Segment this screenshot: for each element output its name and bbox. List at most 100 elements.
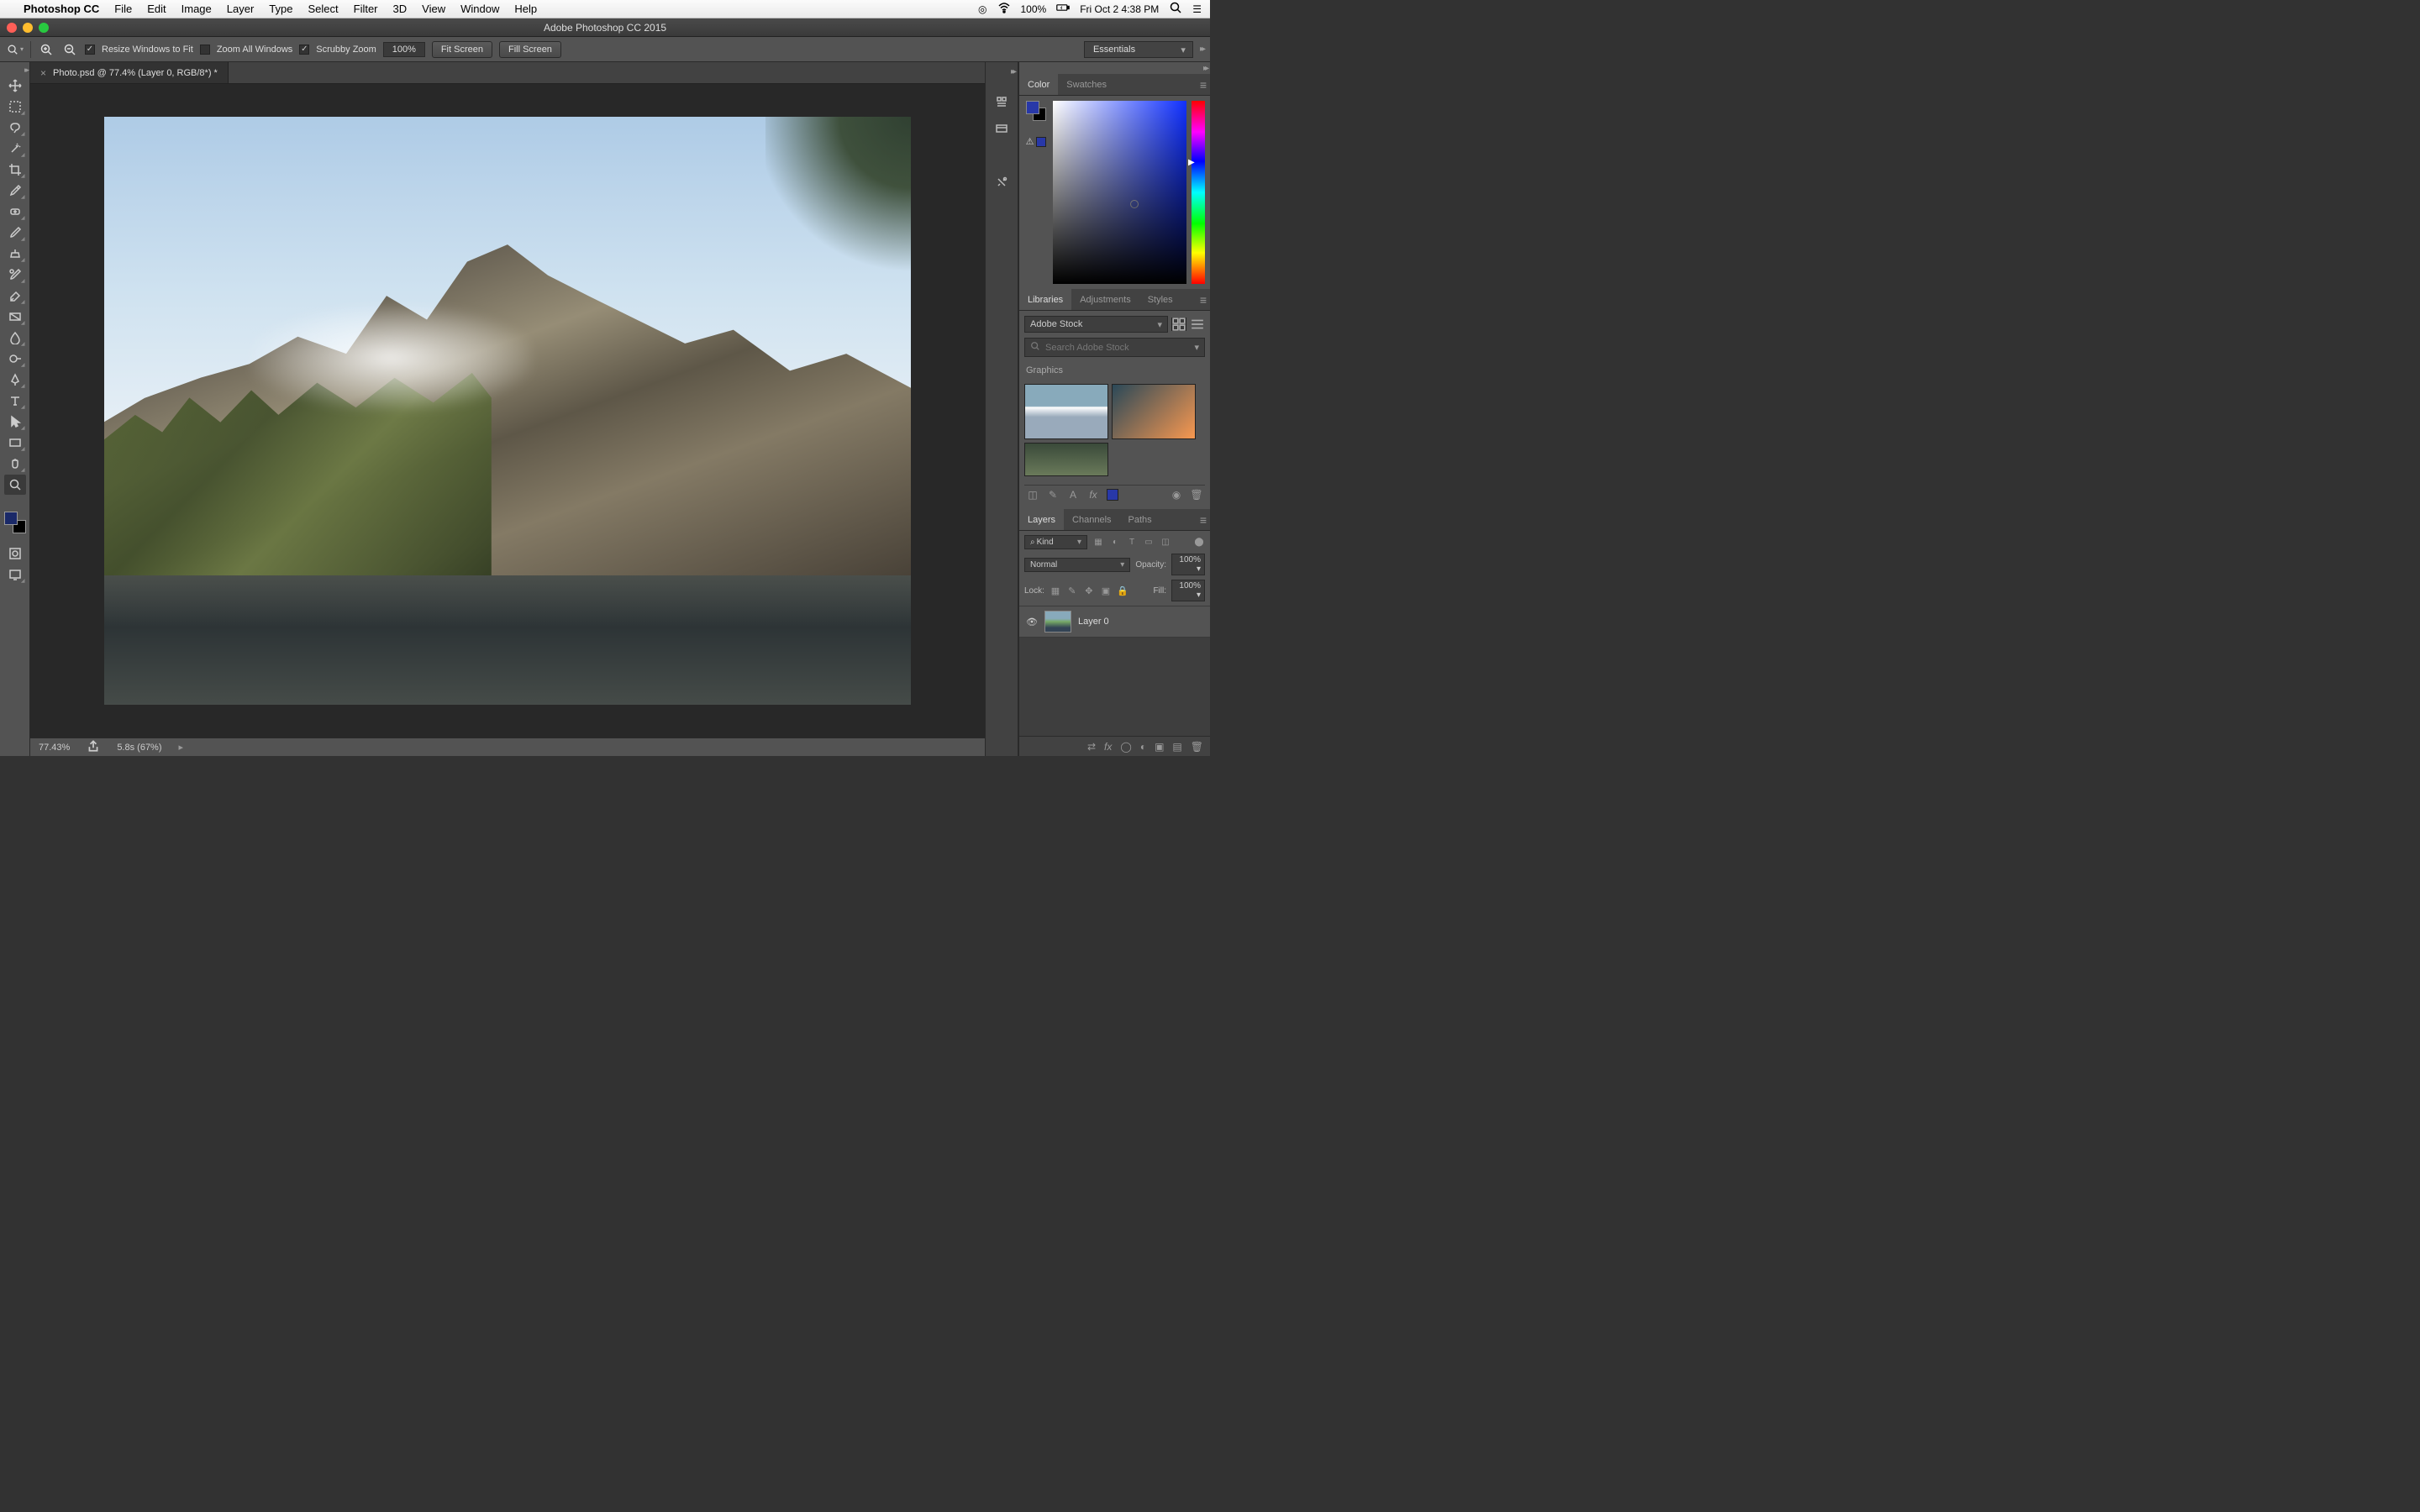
add-brush-icon[interactable]: ✎ [1046,489,1060,501]
cc-sync-icon[interactable]: ◎ [978,3,986,15]
spotlight-icon[interactable] [1169,1,1182,17]
history-panel-icon[interactable] [992,93,1012,110]
fit-screen-button[interactable]: Fit Screen [432,41,492,58]
dock-expand-icon[interactable]: ▸▸ [1011,67,1014,76]
menu-view[interactable]: View [422,3,445,15]
blur-tool[interactable]: ◢ [4,328,26,348]
quick-mask-tool[interactable] [4,543,26,564]
menu-window[interactable]: Window [460,3,499,15]
zoom-percent-input[interactable]: 100% [383,42,425,57]
document-tab[interactable]: × Photo.psd @ 77.4% (Layer 0, RGB/8*) * [30,62,229,83]
list-view-icon[interactable] [1190,318,1205,331]
panels-collapse-icon[interactable]: ▸▸ [1203,64,1207,73]
brush-tool[interactable]: ◢ [4,223,26,243]
adjustment-layer-icon[interactable]: ◐ [1140,741,1146,753]
move-tool[interactable] [4,76,26,96]
path-selection-tool[interactable]: ◢ [4,412,26,432]
tab-color[interactable]: Color [1019,74,1058,95]
lasso-tool[interactable]: ◢ [4,118,26,138]
battery-icon[interactable] [1056,1,1070,17]
screen-mode-tool[interactable]: ◢ [4,564,26,585]
menu-select[interactable]: Select [308,3,338,15]
tab-adjustments[interactable]: Adjustments [1071,289,1139,310]
new-layer-icon[interactable]: ▤ [1172,741,1181,753]
blend-mode-select[interactable]: Normal [1024,558,1130,572]
library-asset[interactable] [1024,384,1108,439]
pen-tool[interactable]: ◢ [4,370,26,390]
menu-file[interactable]: File [114,3,132,15]
hue-slider[interactable]: ▶ [1192,101,1205,284]
library-visibility-icon[interactable]: ◉ [1170,489,1183,501]
menu-image[interactable]: Image [182,3,212,15]
filter-toggle-icon[interactable]: ⬤ [1193,538,1205,547]
layer-filter-kind[interactable]: ⌕Kind [1024,535,1087,549]
zoom-out-icon[interactable] [61,41,78,58]
tab-paths[interactable]: Paths [1120,509,1160,530]
collapse-panels-icon[interactable]: ▸▸ [1200,45,1203,54]
status-timing[interactable]: 5.8s (67%) [117,743,161,753]
zoom-tool[interactable] [4,475,26,495]
type-tool[interactable]: ◢ [4,391,26,411]
gamut-warning-icon[interactable]: ⚠ [1026,136,1034,147]
filter-shape-icon[interactable]: ▭ [1143,538,1155,547]
layer-effects-icon[interactable]: fx [1104,741,1112,753]
brush-presets-panel-icon[interactable] [992,174,1012,191]
layer-name[interactable]: Layer 0 [1078,617,1109,627]
menu-edit[interactable]: Edit [147,3,166,15]
zoom-all-checkbox[interactable] [200,45,210,55]
layer-mask-icon[interactable]: ◯ [1120,741,1131,753]
eraser-tool[interactable]: ◢ [4,286,26,306]
marquee-tool[interactable]: ◢ [4,97,26,117]
menu-help[interactable]: Help [514,3,537,15]
filter-adjustment-icon[interactable]: ◐ [1109,538,1121,547]
history-brush-tool[interactable]: ◢ [4,265,26,285]
close-tab-icon[interactable]: × [40,67,46,79]
menu-type[interactable]: Type [269,3,292,15]
gradient-tool[interactable]: ◢ [4,307,26,327]
resize-windows-checkbox[interactable]: ✓ [85,45,95,55]
color-field[interactable] [1053,101,1186,284]
menu-filter[interactable]: Filter [354,3,378,15]
add-layer-style-icon[interactable]: fx [1086,489,1100,501]
foreground-background-colors[interactable] [4,512,26,533]
fill-input[interactable]: 100% ▾ [1171,580,1205,601]
filter-smart-icon[interactable]: ◫ [1160,538,1171,547]
status-zoom[interactable]: 77.43% [39,743,70,753]
add-color-swatch[interactable] [1107,489,1118,501]
zoom-in-icon[interactable] [38,41,55,58]
library-search[interactable]: Search Adobe Stock [1024,338,1205,357]
dodge-tool[interactable]: ◢ [4,349,26,369]
grid-view-icon[interactable] [1171,318,1186,331]
properties-panel-icon[interactable] [992,120,1012,137]
layer-thumbnail[interactable] [1044,611,1071,633]
link-layers-icon[interactable]: ⇄ [1087,741,1096,753]
lock-pixels-icon[interactable]: ✎ [1066,585,1078,596]
opacity-input[interactable]: 100% ▾ [1171,554,1205,575]
filter-pixel-icon[interactable]: ▦ [1092,538,1104,547]
websafe-swatch[interactable] [1036,137,1046,147]
tab-channels[interactable]: Channels [1064,509,1119,530]
library-asset[interactable] [1112,384,1196,439]
color-panel-menu-icon[interactable]: ≡ [1200,78,1207,92]
layer-visibility-icon[interactable]: 👁 [1026,617,1038,627]
tab-styles[interactable]: Styles [1139,289,1181,310]
share-icon[interactable] [87,739,100,755]
canvas-viewport[interactable] [30,84,985,738]
library-asset[interactable] [1024,443,1108,476]
datetime[interactable]: Fri Oct 2 4:38 PM [1080,3,1159,15]
delete-layer-icon[interactable]: 🗑 [1191,741,1203,753]
tab-layers[interactable]: Layers [1019,509,1064,530]
fill-screen-button[interactable]: Fill Screen [499,41,561,58]
color-fgbg-swatch[interactable] [1026,101,1046,121]
layers-panel-menu-icon[interactable]: ≡ [1200,513,1207,527]
layer-row[interactable]: 👁 Layer 0 [1019,606,1210,638]
current-tool-icon[interactable]: ▾ [7,41,24,58]
tab-swatches[interactable]: Swatches [1058,74,1115,95]
eyedropper-tool[interactable]: ◢ [4,181,26,201]
workspace-switcher[interactable]: Essentials [1084,41,1193,58]
lock-all-icon[interactable]: 🔒 [1117,585,1128,596]
toolbox-expand-icon[interactable]: ▸▸ [24,66,27,75]
rectangle-tool[interactable]: ◢ [4,433,26,453]
layer-group-icon[interactable]: ▣ [1155,741,1164,753]
crop-tool[interactable]: ◢ [4,160,26,180]
